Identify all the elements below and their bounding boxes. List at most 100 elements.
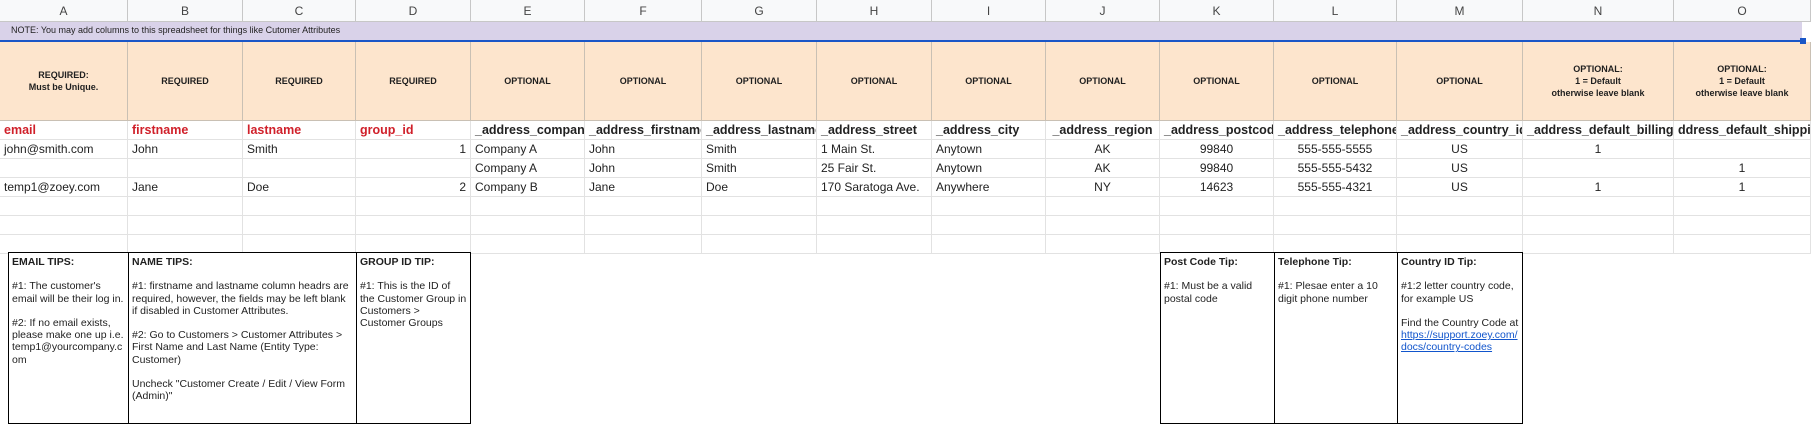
name-tips-box[interactable]: NAME TIPS: #1: firstname and lastname co…: [128, 252, 357, 424]
email-tips-box[interactable]: EMAIL TIPS: #1: The customer's email wil…: [8, 252, 129, 424]
empty-cell[interactable]: [1674, 216, 1811, 235]
data-cell[interactable]: NY: [1046, 178, 1160, 197]
column-header-g[interactable]: G: [702, 0, 817, 22]
requirement-cell-o[interactable]: OPTIONAL: 1 = Default otherwise leave bl…: [1674, 42, 1811, 121]
data-cell[interactable]: John: [128, 140, 243, 159]
column-header-o[interactable]: O: [1674, 0, 1811, 22]
data-cell[interactable]: John: [585, 159, 702, 178]
field-header-b[interactable]: firstname: [128, 121, 243, 140]
column-header-h[interactable]: H: [817, 0, 932, 22]
group-id-tip-box[interactable]: GROUP ID TIP: #1: This is the ID of the …: [356, 252, 471, 424]
empty-cell[interactable]: [356, 197, 471, 216]
data-cell[interactable]: 1: [1674, 178, 1811, 197]
column-header-a[interactable]: A: [0, 0, 128, 22]
column-header-c[interactable]: C: [243, 0, 356, 22]
field-header-g[interactable]: _address_lastname: [702, 121, 817, 140]
column-header-d[interactable]: D: [356, 0, 471, 22]
column-header-k[interactable]: K: [1160, 0, 1274, 22]
column-header-f[interactable]: F: [585, 0, 702, 22]
requirement-cell-a[interactable]: REQUIRED: Must be Unique.: [0, 42, 128, 121]
empty-cell[interactable]: [585, 197, 702, 216]
field-header-n[interactable]: _address_default_billing_: [1523, 121, 1674, 140]
empty-cell[interactable]: [1274, 216, 1397, 235]
empty-cell[interactable]: [1523, 216, 1674, 235]
data-cell[interactable]: 2: [356, 178, 471, 197]
country-id-tip-box[interactable]: Country ID Tip: #1:2 letter country code…: [1397, 252, 1523, 424]
data-cell[interactable]: Jane: [585, 178, 702, 197]
empty-cell[interactable]: [1274, 197, 1397, 216]
data-cell[interactable]: AK: [1046, 159, 1160, 178]
data-cell[interactable]: 99840: [1160, 159, 1274, 178]
empty-cell[interactable]: [243, 197, 356, 216]
field-header-f[interactable]: _address_firstname: [585, 121, 702, 140]
data-cell[interactable]: 555-555-4321: [1274, 178, 1397, 197]
empty-cell[interactable]: [1046, 216, 1160, 235]
requirement-cell-j[interactable]: OPTIONAL: [1046, 42, 1160, 121]
empty-cell[interactable]: [128, 197, 243, 216]
empty-cell[interactable]: [932, 197, 1046, 216]
column-header-j[interactable]: J: [1046, 0, 1160, 22]
data-cell[interactable]: 14623: [1160, 178, 1274, 197]
empty-cell[interactable]: [243, 216, 356, 235]
empty-cell[interactable]: [1674, 235, 1811, 254]
requirement-cell-f[interactable]: OPTIONAL: [585, 42, 702, 121]
data-cell[interactable]: US: [1397, 140, 1523, 159]
empty-cell[interactable]: [702, 235, 817, 254]
empty-cell[interactable]: [1397, 197, 1523, 216]
requirement-cell-l[interactable]: OPTIONAL: [1274, 42, 1397, 121]
note-row[interactable]: NOTE: You may add columns to this spread…: [0, 22, 1802, 42]
field-header-c[interactable]: lastname: [243, 121, 356, 140]
data-cell[interactable]: [0, 159, 128, 178]
data-cell[interactable]: Doe: [702, 178, 817, 197]
column-header-m[interactable]: M: [1397, 0, 1523, 22]
data-cell[interactable]: Smith: [702, 140, 817, 159]
requirement-cell-d[interactable]: REQUIRED: [356, 42, 471, 121]
data-cell[interactable]: 25 Fair St.: [817, 159, 932, 178]
data-cell[interactable]: 555-555-5432: [1274, 159, 1397, 178]
empty-cell[interactable]: [1523, 235, 1674, 254]
data-cell[interactable]: 170 Saratoga Ave.: [817, 178, 932, 197]
empty-cell[interactable]: [1046, 197, 1160, 216]
column-header-e[interactable]: E: [471, 0, 585, 22]
empty-cell[interactable]: [0, 216, 128, 235]
field-header-d[interactable]: group_id: [356, 121, 471, 140]
requirement-cell-h[interactable]: OPTIONAL: [817, 42, 932, 121]
data-cell[interactable]: 1 Main St.: [817, 140, 932, 159]
data-cell[interactable]: John: [585, 140, 702, 159]
data-cell[interactable]: Anytown: [932, 159, 1046, 178]
data-cell[interactable]: 555-555-5555: [1274, 140, 1397, 159]
empty-cell[interactable]: [1160, 216, 1274, 235]
field-header-h[interactable]: _address_street: [817, 121, 932, 140]
field-header-j[interactable]: _address_region: [1046, 121, 1160, 140]
data-cell[interactable]: [1674, 140, 1811, 159]
requirement-cell-b[interactable]: REQUIRED: [128, 42, 243, 121]
data-cell[interactable]: 1: [356, 140, 471, 159]
data-cell[interactable]: 1: [1674, 159, 1811, 178]
field-header-o[interactable]: ddress_default_shipping_: [1674, 121, 1811, 140]
requirement-cell-e[interactable]: OPTIONAL: [471, 42, 585, 121]
empty-cell[interactable]: [702, 216, 817, 235]
empty-cell[interactable]: [1046, 235, 1160, 254]
empty-cell[interactable]: [817, 235, 932, 254]
selection-handle[interactable]: [1800, 38, 1806, 44]
data-cell[interactable]: AK: [1046, 140, 1160, 159]
requirement-cell-c[interactable]: REQUIRED: [243, 42, 356, 121]
data-cell[interactable]: john@smith.com: [0, 140, 128, 159]
column-header-l[interactable]: L: [1274, 0, 1397, 22]
data-cell[interactable]: Anywhere: [932, 178, 1046, 197]
field-header-i[interactable]: _address_city: [932, 121, 1046, 140]
empty-cell[interactable]: [932, 235, 1046, 254]
field-header-l[interactable]: _address_telephone: [1274, 121, 1397, 140]
requirement-cell-n[interactable]: OPTIONAL: 1 = Default otherwise leave bl…: [1523, 42, 1674, 121]
empty-cell[interactable]: [471, 197, 585, 216]
data-cell[interactable]: [356, 159, 471, 178]
empty-cell[interactable]: [1397, 216, 1523, 235]
data-cell[interactable]: Company B: [471, 178, 585, 197]
empty-cell[interactable]: [1674, 197, 1811, 216]
column-header-i[interactable]: I: [932, 0, 1046, 22]
data-cell[interactable]: Anytown: [932, 140, 1046, 159]
empty-cell[interactable]: [471, 216, 585, 235]
field-header-m[interactable]: _address_country_id: [1397, 121, 1523, 140]
data-cell[interactable]: Company A: [471, 140, 585, 159]
empty-cell[interactable]: [702, 197, 817, 216]
